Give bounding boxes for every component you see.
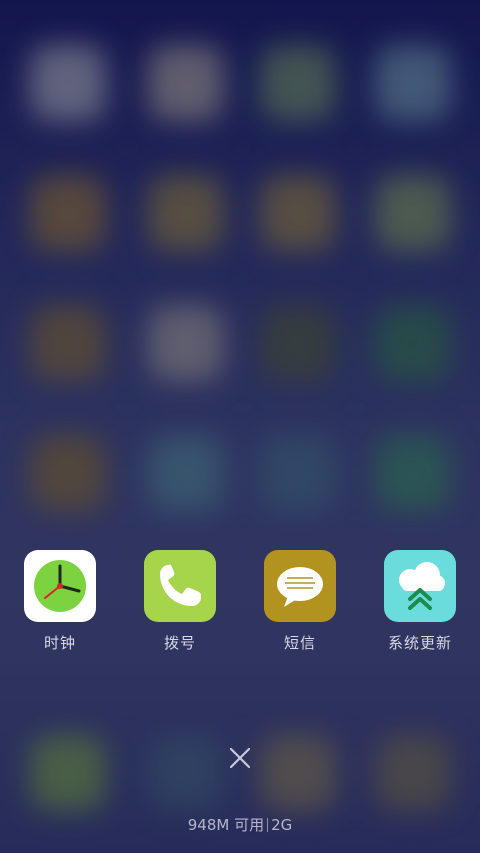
memory-info: 948M 可用 2G <box>0 814 480 835</box>
recent-app-clock[interactable]: 时钟 <box>5 550 115 653</box>
memory-separator <box>267 818 269 832</box>
memory-total: 2G <box>271 816 293 834</box>
recent-app-dialer[interactable]: 拨号 <box>125 550 235 653</box>
app-label-clock: 时钟 <box>43 634 76 652</box>
background-dim <box>0 0 480 853</box>
recent-app-system-update[interactable]: 系统更新 <box>365 550 475 653</box>
app-label-dialer: 拨号 <box>163 634 196 652</box>
recent-apps-row: 时钟 拨号 短信 系统更新 <box>0 550 480 660</box>
recent-app-messages[interactable]: 短信 <box>245 550 355 653</box>
memory-available: 948M 可用 <box>187 816 265 834</box>
cloud-update-icon <box>384 550 456 622</box>
clear-all-button[interactable] <box>224 742 256 774</box>
phone-icon <box>144 550 216 622</box>
app-label-system-update: 系统更新 <box>387 634 452 652</box>
clock-icon <box>24 550 96 622</box>
message-icon <box>264 550 336 622</box>
close-icon <box>229 747 251 769</box>
app-label-messages: 短信 <box>283 634 316 652</box>
